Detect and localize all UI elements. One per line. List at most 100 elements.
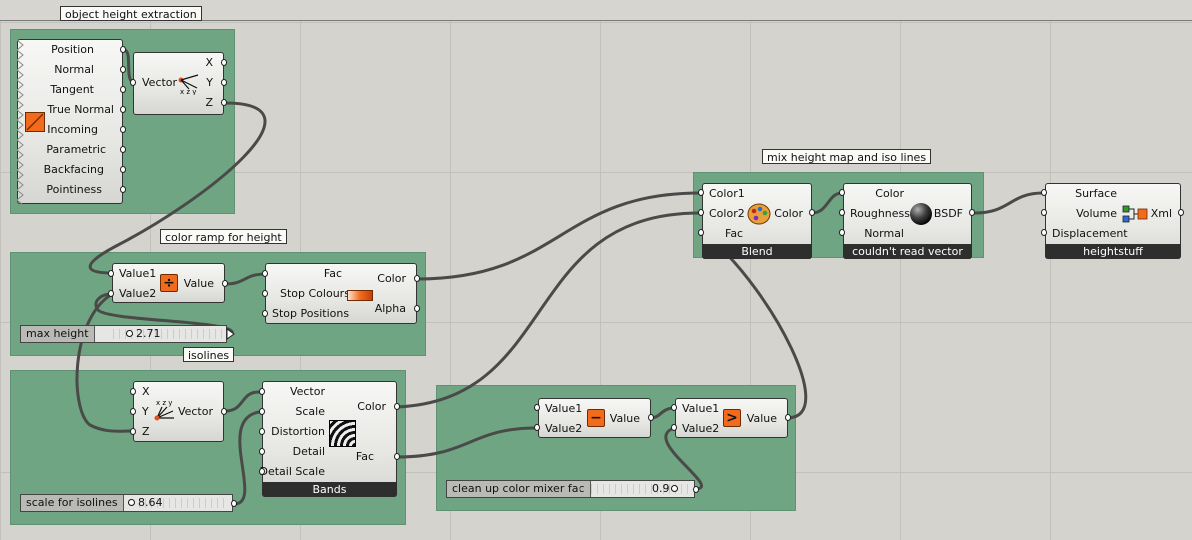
- blend-port-fac[interactable]: [698, 229, 704, 236]
- separate-xyz-port-x[interactable]: [221, 59, 227, 66]
- color-ramp-input-stop-colours: Stop Colours: [280, 287, 350, 300]
- geometry-port-parametric[interactable]: [120, 146, 126, 153]
- isoline-scale-slider[interactable]: scale for isolines 8.64: [20, 494, 233, 512]
- blend-port-color2[interactable]: [698, 209, 704, 216]
- output-output-xml: Xml: [1150, 207, 1172, 220]
- divide-port-value1[interactable]: [108, 270, 114, 277]
- separate-xyz-port-z[interactable]: [221, 99, 227, 106]
- geometry-output-pointiness: Pointiness: [46, 183, 102, 196]
- max-height-slider[interactable]: max height 2.71: [20, 325, 227, 343]
- geometry-port-backfacing[interactable]: [120, 166, 126, 173]
- bands-port-distortion[interactable]: [259, 428, 265, 435]
- blend-input-color1: Color1: [709, 187, 745, 200]
- bands-port-detail-scale[interactable]: [259, 468, 265, 475]
- bands-texture-icon: [329, 420, 356, 447]
- jagged-edge: [17, 40, 24, 205]
- geometry-port-pointiness[interactable]: [120, 186, 126, 193]
- output-title: heightstuff: [1045, 244, 1181, 259]
- divide-output-value: Value: [183, 277, 214, 290]
- bands-port-color[interactable]: [394, 403, 400, 410]
- bsdf-input-color: Color: [875, 187, 904, 200]
- color-ramp-port-stop-positions[interactable]: [262, 310, 268, 317]
- bands-title: Bands: [262, 482, 397, 497]
- bsdf-port-normal[interactable]: [839, 229, 845, 236]
- bsdf-output-bsdf: BSDF: [933, 207, 963, 220]
- max-height-slider-value: 2.71: [136, 327, 161, 340]
- output-input-volume: Volume: [1076, 207, 1117, 220]
- subtract-port-value[interactable]: [648, 414, 654, 421]
- geometry-port-normal[interactable]: [120, 66, 126, 73]
- color-ramp-port-alpha[interactable]: [414, 305, 420, 312]
- bands-port-scale[interactable]: [259, 408, 265, 415]
- separate-xyz-node[interactable]: Vector x z y X Y Z: [133, 52, 224, 115]
- subtract-icon: −: [587, 409, 605, 427]
- greater-input-value1: Value1: [682, 402, 720, 415]
- greater-port-value2[interactable]: [671, 424, 677, 431]
- bands-port-detail[interactable]: [259, 448, 265, 455]
- blend-port-color-out[interactable]: [809, 209, 815, 216]
- color-ramp-port-stop-colours[interactable]: [262, 290, 268, 297]
- isoline-scale-port[interactable]: [231, 500, 237, 507]
- geometry-port-incoming[interactable]: [120, 126, 126, 133]
- separate-xyz-icon: x z y: [178, 74, 199, 95]
- wire-blend-to-bsdf: [810, 191, 844, 215]
- divide-port-value2[interactable]: [108, 290, 114, 297]
- color-ramp-node[interactable]: Fac Stop Colours Stop Positions Color Al…: [265, 263, 417, 324]
- greater-port-value[interactable]: [785, 414, 791, 421]
- output-port-surface[interactable]: [1041, 189, 1047, 196]
- bsdf-port-roughness[interactable]: [839, 209, 845, 216]
- cleanup-fac-port[interactable]: [693, 486, 699, 493]
- divide-node[interactable]: Value1 Value2 ÷ Value: [112, 263, 225, 303]
- bands-port-fac[interactable]: [394, 453, 400, 460]
- combine-xyz-port-z[interactable]: [130, 428, 136, 435]
- wire-greater-to-blend-fac: [698, 232, 808, 420]
- color-ramp-port-fac[interactable]: [262, 270, 268, 277]
- bands-node[interactable]: Vector Scale Distortion Detail Detail Sc…: [260, 381, 397, 497]
- wire-ramp-to-blend: [415, 191, 702, 281]
- bands-port-vector[interactable]: [259, 388, 265, 395]
- separate-xyz-port-vector[interactable]: [130, 79, 136, 86]
- combine-xyz-port-x[interactable]: [130, 388, 136, 395]
- subtract-port-value1[interactable]: [534, 404, 540, 411]
- output-input-displacement: Displacement: [1052, 227, 1128, 240]
- blend-node[interactable]: Color1 Color2 Fac Color Blend: [702, 183, 812, 259]
- output-port-xml[interactable]: [1178, 209, 1184, 216]
- subtract-port-value2[interactable]: [534, 424, 540, 431]
- greater-node[interactable]: Value1 Value2 > Value: [675, 398, 788, 438]
- bsdf-port-color[interactable]: [839, 189, 845, 196]
- combine-xyz-node[interactable]: X Y Z x z y Vector: [133, 381, 224, 442]
- cleanup-fac-slider-knob[interactable]: [671, 485, 678, 492]
- blend-port-color1[interactable]: [698, 189, 704, 196]
- bands-output-fac: Fac: [355, 450, 374, 463]
- max-height-slider-knob[interactable]: [126, 330, 133, 337]
- greater-port-value1[interactable]: [671, 404, 677, 411]
- isoline-scale-slider-knob[interactable]: [128, 499, 135, 506]
- geometry-node[interactable]: Position Normal Tangent True Normal Inco…: [17, 39, 123, 205]
- bsdf-port-bsdf[interactable]: [969, 209, 975, 216]
- output-node[interactable]: Surface Volume Displacement Xml heightst…: [1045, 183, 1181, 259]
- output-port-volume[interactable]: [1041, 209, 1047, 216]
- palette-icon: [747, 203, 771, 225]
- greater-output-value: Value: [746, 412, 777, 425]
- wire-bsdf-to-output: [973, 191, 1045, 215]
- wire-combine-to-bands: [223, 390, 261, 413]
- combine-xyz-port-vector[interactable]: [221, 408, 227, 415]
- wire-height-to-combine-z: [75, 292, 133, 433]
- separate-xyz-port-y[interactable]: [221, 79, 227, 86]
- geometry-port-tangent[interactable]: [120, 86, 126, 93]
- subtract-node[interactable]: Value1 Value2 − Value: [538, 398, 651, 438]
- geometry-port-position[interactable]: [120, 46, 126, 53]
- divide-icon: ÷: [160, 274, 178, 292]
- output-port-displacement[interactable]: [1041, 229, 1047, 236]
- bsdf-node[interactable]: Color Roughness Normal BSDF couldn't rea…: [843, 183, 972, 259]
- divide-input-value2: Value2: [119, 287, 157, 300]
- output-xml-icon: [1122, 205, 1148, 223]
- divide-port-value[interactable]: [222, 280, 228, 287]
- bands-output-color: Color: [357, 400, 386, 413]
- color-ramp-port-color[interactable]: [414, 275, 420, 282]
- cleanup-fac-slider[interactable]: clean up color mixer fac 0.9: [446, 480, 695, 498]
- combine-xyz-port-y[interactable]: [130, 408, 136, 415]
- color-ramp-output-color: Color: [377, 272, 406, 285]
- cleanup-fac-slider-value: 0.9: [652, 482, 670, 495]
- geometry-port-true-normal[interactable]: [120, 106, 126, 113]
